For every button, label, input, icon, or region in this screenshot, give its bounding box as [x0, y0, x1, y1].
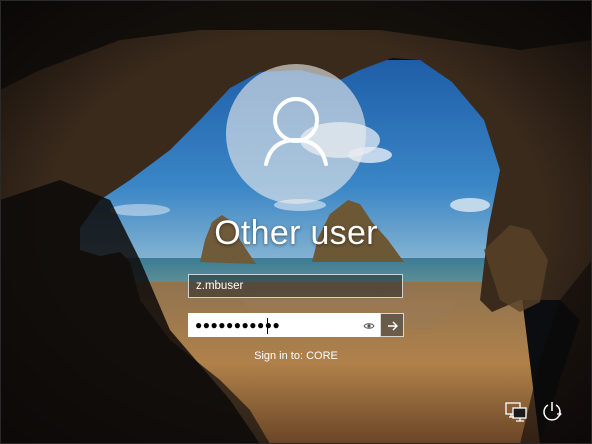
arrow-right-icon	[388, 321, 398, 331]
text-caret	[267, 318, 268, 334]
submit-button[interactable]	[380, 313, 404, 337]
eye-icon[interactable]	[363, 320, 375, 332]
network-icon[interactable]	[504, 401, 528, 423]
username-input[interactable]: z.mbuser	[188, 274, 403, 298]
power-icon[interactable]	[540, 400, 564, 424]
password-input[interactable]: ●●●●●●●●●●●	[188, 313, 380, 337]
user-silhouette-icon	[264, 97, 328, 166]
user-avatar	[226, 64, 366, 204]
sign-in-domain: Sign in to: CORE	[254, 350, 338, 362]
user-title: Other user	[214, 214, 378, 252]
